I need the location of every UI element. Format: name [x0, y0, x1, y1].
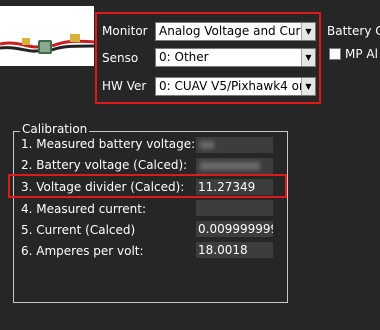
calibration-group [13, 131, 288, 303]
battery-capacity-label: Battery C [327, 24, 380, 38]
amperes-per-volt-field[interactable]: 18.0018 [196, 242, 273, 258]
mp-alert-checkbox[interactable] [329, 48, 341, 60]
calibration-title: Calibration [20, 122, 90, 136]
highlight-box-voltage-divider [8, 174, 287, 198]
current-calced-label: 5. Current (Calced) [21, 223, 136, 237]
battery-voltage-calced-field[interactable] [196, 158, 273, 174]
measured-current-label: 4. Measured current: [21, 202, 147, 216]
amperes-per-volt-label: 6. Amperes per volt: [21, 244, 144, 258]
measured-battery-voltage-field[interactable] [196, 137, 273, 153]
power-module-image [0, 6, 94, 66]
current-calced-field[interactable]: 0.00999999977 [196, 221, 273, 237]
mp-alert-label: MP Al [345, 47, 378, 61]
highlight-box-selectors [95, 12, 321, 104]
measured-battery-voltage-label: 1. Measured battery voltage: [21, 137, 196, 151]
measured-current-field[interactable] [196, 200, 273, 216]
battery-voltage-calced-label: 2. Battery voltage (Calced): [21, 158, 188, 172]
